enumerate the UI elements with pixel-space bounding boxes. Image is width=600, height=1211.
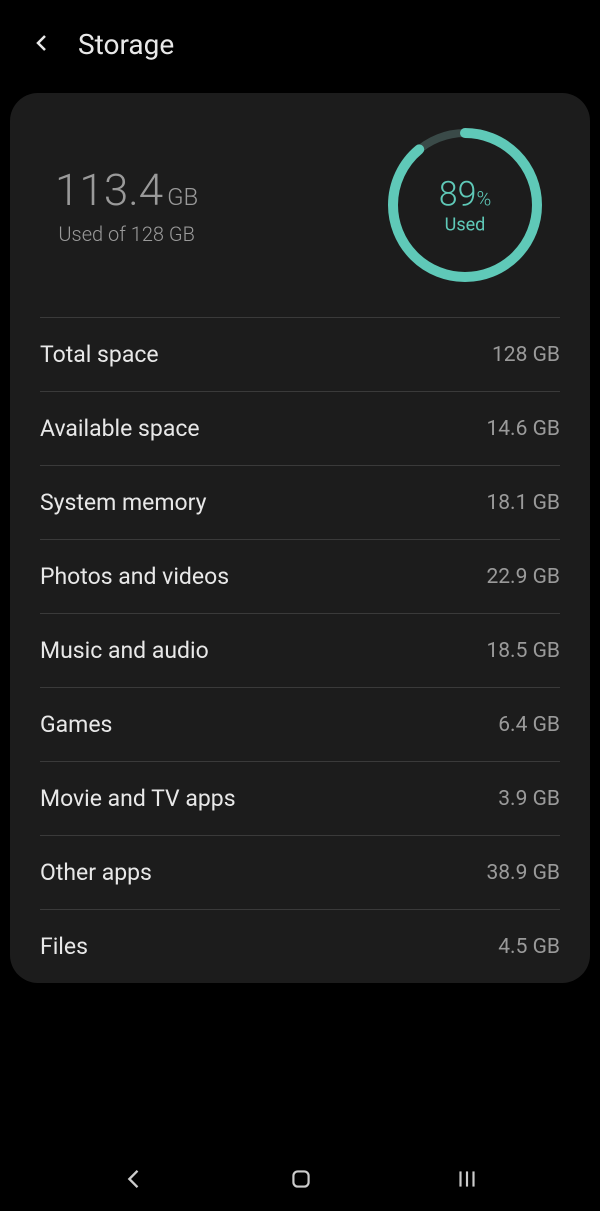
row-value: 38.9 GB bbox=[486, 861, 560, 885]
row-system-memory[interactable]: System memory 18.1 GB bbox=[10, 466, 590, 539]
row-photos-videos[interactable]: Photos and videos 22.9 GB bbox=[10, 540, 590, 613]
row-label: Total space bbox=[40, 341, 159, 368]
system-navbar bbox=[0, 1151, 600, 1211]
row-label: Files bbox=[40, 933, 88, 960]
row-value: 3.9 GB bbox=[498, 787, 560, 811]
row-label: Available space bbox=[40, 415, 200, 442]
app-header: Storage bbox=[0, 0, 600, 81]
usage-amount: 113.4 bbox=[55, 164, 163, 216]
usage-summary: 113.4 GB Used of 128 GB 89% Used bbox=[10, 125, 590, 317]
storage-card: 113.4 GB Used of 128 GB 89% Used Total s… bbox=[10, 93, 590, 983]
page-title: Storage bbox=[78, 28, 174, 61]
gauge-percent-sign: % bbox=[476, 187, 491, 211]
row-value: 4.5 GB bbox=[498, 935, 560, 959]
row-music-audio[interactable]: Music and audio 18.5 GB bbox=[10, 614, 590, 687]
usage-subtitle: Used of 128 GB bbox=[55, 222, 198, 246]
row-label: Photos and videos bbox=[40, 563, 229, 590]
row-games[interactable]: Games 6.4 GB bbox=[10, 688, 590, 761]
row-value: 14.6 GB bbox=[486, 417, 560, 441]
row-label: System memory bbox=[40, 489, 207, 516]
usage-text: 113.4 GB Used of 128 GB bbox=[55, 164, 198, 246]
row-label: Movie and TV apps bbox=[40, 785, 236, 812]
nav-back-icon[interactable] bbox=[120, 1165, 148, 1197]
row-movie-tv[interactable]: Movie and TV apps 3.9 GB bbox=[10, 762, 590, 835]
row-value: 18.1 GB bbox=[486, 491, 560, 515]
row-other-apps[interactable]: Other apps 38.9 GB bbox=[10, 836, 590, 909]
nav-home-icon[interactable] bbox=[288, 1166, 314, 1196]
row-available-space[interactable]: Available space 14.6 GB bbox=[10, 392, 590, 465]
row-value: 6.4 GB bbox=[498, 713, 560, 737]
row-value: 18.5 GB bbox=[486, 639, 560, 663]
row-label: Games bbox=[40, 711, 112, 738]
row-label: Other apps bbox=[40, 859, 152, 886]
gauge-used-label: Used bbox=[439, 215, 492, 236]
row-files[interactable]: Files 4.5 GB bbox=[10, 910, 590, 983]
gauge-percent: 89 bbox=[439, 175, 477, 215]
row-value: 128 GB bbox=[492, 343, 560, 367]
usage-gauge: 89% Used bbox=[385, 125, 545, 285]
nav-recents-icon[interactable] bbox=[454, 1166, 480, 1196]
back-icon[interactable] bbox=[30, 31, 54, 59]
row-value: 22.9 GB bbox=[486, 565, 560, 589]
usage-unit: GB bbox=[167, 183, 198, 211]
row-total-space[interactable]: Total space 128 GB bbox=[10, 318, 590, 391]
row-label: Music and audio bbox=[40, 637, 209, 664]
